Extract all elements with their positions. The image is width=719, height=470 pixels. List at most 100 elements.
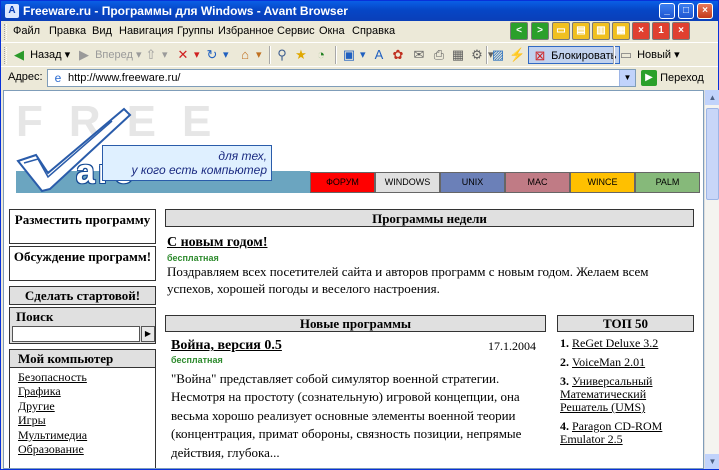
vertical-scrollbar[interactable]: ▲ ▼: [704, 90, 719, 469]
top50-link[interactable]: ReGet Deluxe 3.2: [572, 336, 658, 350]
category-link-games[interactable]: Игры: [18, 413, 155, 427]
category-link-other[interactable]: Другие: [18, 399, 155, 413]
top50-link[interactable]: VoiceMan 2.01: [572, 355, 645, 369]
single-window-icon[interactable]: 1: [652, 22, 670, 40]
category-link-graphics[interactable]: Графика: [18, 384, 155, 398]
make-start-page-button[interactable]: Сделать стартовой!: [9, 286, 156, 305]
favorites-button[interactable]: ★: [293, 46, 309, 64]
mail-button[interactable]: ✉: [411, 46, 427, 64]
image-icon: ▨: [491, 47, 505, 63]
block-icon: ⊠: [534, 48, 546, 64]
up-folder-icon: ⇧: [145, 47, 157, 63]
media-button[interactable]: ✿: [390, 46, 406, 64]
menu-groups[interactable]: Группы: [177, 25, 214, 37]
program-badge: бесплатная: [171, 355, 223, 365]
next-window-icon[interactable]: >: [531, 22, 549, 40]
save-button[interactable]: ▦: [450, 46, 466, 64]
prev-window-icon[interactable]: <: [510, 22, 528, 40]
tab-mac[interactable]: MAC: [505, 172, 570, 193]
cascade-icon[interactable]: ▭: [552, 22, 570, 40]
address-input[interactable]: e http://www.freeware.ru/ ▼: [47, 69, 636, 87]
category-link-security[interactable]: Безопасность: [18, 370, 155, 384]
minimize-icon[interactable]: _: [659, 3, 675, 19]
stop-button[interactable]: ✕ ▾: [175, 46, 200, 64]
top50-link[interactable]: Paragon CD-ROM Emulator 2.5: [560, 419, 662, 446]
address-dropdown-icon[interactable]: ▼: [619, 70, 635, 86]
address-url[interactable]: http://www.freeware.ru/: [68, 72, 181, 84]
toolbar-grip[interactable]: [4, 47, 7, 64]
navigation-toolbar: ◀ Назад ▾ ▶ Вперед ▾ ⇧ ▾ ✕ ▾ ↻ ▾ ⌂ ▾ ⚲ ★…: [1, 43, 718, 67]
weekly-programs-header: Программы недели: [165, 209, 694, 227]
menu-favorites[interactable]: Избранное: [218, 25, 274, 37]
up-button[interactable]: ⇧ ▾: [143, 46, 168, 64]
history-button[interactable]: ◔: [313, 46, 329, 64]
toolbar-separator: [486, 46, 488, 64]
menu-help[interactable]: Справка: [352, 25, 395, 37]
flash-block-button[interactable]: ⚡: [509, 46, 525, 64]
refresh-icon: ↻: [206, 47, 218, 63]
search-input[interactable]: [12, 326, 140, 342]
tile-horizontal-icon[interactable]: ▤: [572, 22, 590, 40]
menu-view[interactable]: Вид: [92, 25, 112, 37]
font-size-button[interactable]: A: [371, 46, 387, 64]
tab-palm[interactable]: PALM: [635, 172, 700, 193]
menu-navigation[interactable]: Навигация: [119, 25, 173, 37]
history-icon: ◔: [317, 47, 325, 63]
category-link-multimedia[interactable]: Мультимедиа: [18, 428, 155, 442]
scroll-up-icon[interactable]: ▲: [705, 90, 719, 105]
search-panel: Поиск ▶: [9, 307, 156, 344]
menu-bar: Файл Правка Вид Навигация Группы Избранн…: [1, 21, 718, 43]
back-button[interactable]: ◀ Назад ▾: [11, 46, 70, 64]
block-popups-button[interactable]: ⊠ Блокировать: [528, 46, 621, 64]
forward-button[interactable]: ▶ Вперед ▾: [76, 46, 141, 64]
star-icon: ★: [295, 47, 307, 63]
news-badge: бесплатная: [167, 253, 219, 263]
program-date: 17.1.2004: [488, 339, 536, 353]
category-link-education[interactable]: Образование: [18, 442, 155, 456]
font-size-icon: A: [374, 47, 384, 63]
close-icon[interactable]: ×: [697, 3, 713, 19]
ie-page-icon: e: [54, 71, 62, 85]
avant-app-icon[interactable]: A: [5, 4, 19, 18]
browser-window: A Freeware.ru - Программы для Windows - …: [0, 0, 719, 470]
home-button[interactable]: ⌂ ▾: [237, 46, 262, 64]
top50-link[interactable]: Универсальный Математический Решатель (U…: [560, 374, 652, 414]
address-bar: Адрес: e http://www.freeware.ru/ ▼ ▶ Пер…: [1, 67, 718, 89]
post-program-button[interactable]: Разместить программу: [9, 209, 156, 244]
toolbar-grip[interactable]: [4, 24, 7, 40]
tab-forum[interactable]: ФОРУМ: [310, 172, 375, 193]
close-page-icon[interactable]: ×: [632, 22, 650, 40]
maximize-icon[interactable]: □: [678, 3, 694, 19]
top50-list: 1. ReGet Deluxe 3.2 2. VoiceMan 2.01 3. Уни…: [560, 337, 694, 452]
go-button[interactable]: ▶ Переход: [641, 70, 704, 86]
menu-edit[interactable]: Правка: [49, 25, 86, 37]
media-icon: ✿: [392, 47, 404, 63]
title-bar[interactable]: A Freeware.ru - Программы для Windows - …: [1, 1, 718, 21]
image-toggle-button[interactable]: ▨: [490, 46, 506, 64]
discuss-programs-button[interactable]: Обсуждение программ!: [9, 246, 156, 281]
scroll-thumb[interactable]: [706, 108, 719, 200]
search-submit-icon[interactable]: ▶: [141, 326, 155, 342]
toolbar-separator: [613, 46, 615, 64]
tile-icon[interactable]: ▦: [612, 22, 630, 40]
program-title-link[interactable]: Война, версия 0.5: [171, 338, 282, 354]
search-button[interactable]: ⚲: [274, 46, 290, 64]
layout-button[interactable]: ▣ ▾: [341, 46, 366, 64]
news-title-link[interactable]: С новым годом!: [167, 235, 267, 251]
my-computer-panel: Мой компьютер Безопасность Графика Други…: [9, 349, 156, 468]
close-all-icon[interactable]: ×: [672, 22, 690, 40]
tile-vertical-icon[interactable]: ▥: [592, 22, 610, 40]
scroll-down-icon[interactable]: ▼: [705, 454, 719, 469]
menu-service[interactable]: Сервис: [277, 25, 315, 37]
tab-windows[interactable]: WINDOWS: [375, 172, 440, 193]
page-viewport: FREE are для тех, у кого есть компьютер …: [3, 90, 704, 469]
tab-unix[interactable]: UNIX: [440, 172, 505, 193]
tab-wince[interactable]: WINCE: [570, 172, 635, 193]
menu-windows[interactable]: Окна: [319, 25, 345, 37]
program-description: "Война" представляет собой симулятор вое…: [171, 371, 522, 460]
refresh-button[interactable]: ↻ ▾: [204, 46, 229, 64]
toolbar-separator: [269, 46, 271, 64]
menu-file[interactable]: Файл: [13, 25, 40, 37]
new-window-button[interactable]: ▭ Новый ▾: [618, 46, 680, 64]
print-button[interactable]: ⎙: [431, 46, 447, 64]
